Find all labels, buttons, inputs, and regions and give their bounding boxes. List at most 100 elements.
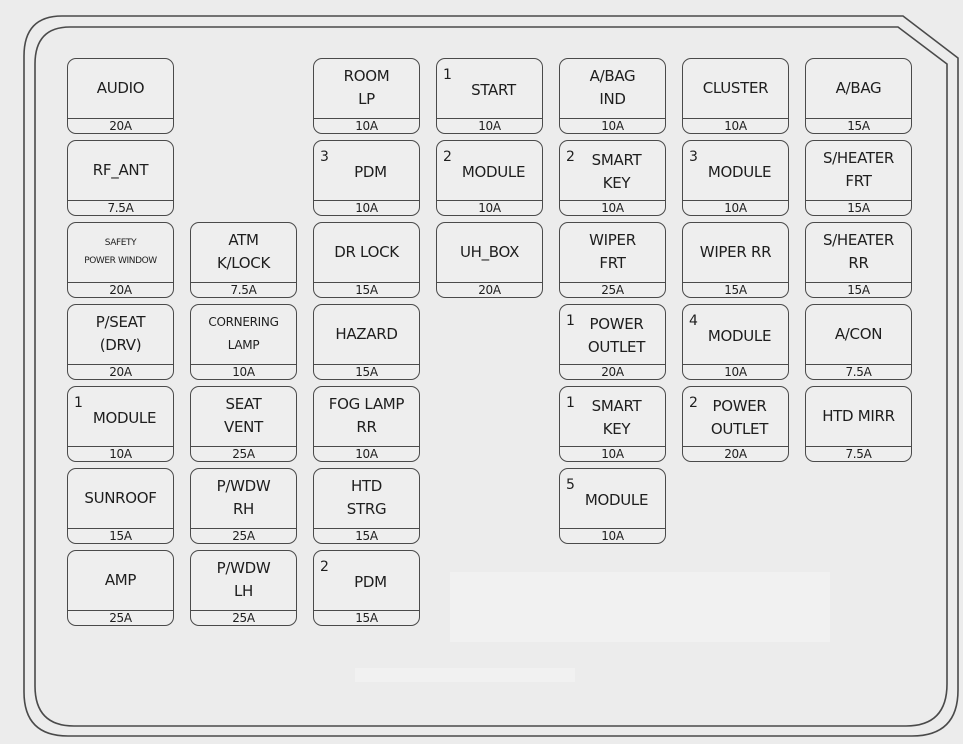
fuse-r3c3[interactable]: DR LOCK 15A	[313, 222, 420, 298]
fuse-label-area: HTD MIRR	[806, 387, 911, 445]
fuse-label: SEAT VENT	[224, 395, 263, 436]
fuse-label: CORNERING LAMP	[208, 315, 279, 352]
fuse-r2c3[interactable]: PDM 3 10A	[313, 140, 420, 216]
fuse-rating: 25A	[191, 446, 296, 461]
fuse-r6c5[interactable]: MODULE 5 10A	[559, 468, 666, 544]
fuse-r5c5[interactable]: SMART KEY 1 10A	[559, 386, 666, 462]
fuse-rating: 15A	[68, 528, 173, 543]
fuse-r5c2[interactable]: SEAT VENT 25A	[190, 386, 297, 462]
fuse-r3c7[interactable]: S/HEATER RR 15A	[805, 222, 912, 298]
fuse-rating: 20A	[68, 282, 173, 297]
fuse-label: SUNROOF	[84, 488, 157, 507]
fuse-label-area: UH_BOX	[437, 223, 542, 281]
fuse-label-area: A/BAG	[806, 59, 911, 117]
fuse-rating: 15A	[806, 282, 911, 297]
fuse-r2c7[interactable]: S/HEATER FRT 15A	[805, 140, 912, 216]
fuse-index: 3	[320, 149, 329, 165]
fuse-label: FOG LAMP RR	[328, 395, 405, 436]
fuse-label: UH_BOX	[459, 242, 520, 261]
fuse-r3c1[interactable]: SAFETY POWER WINDOW 20A	[67, 222, 174, 298]
fuse-index: 2	[443, 149, 452, 165]
fuse-r2c1[interactable]: RF_ANT 7.5A	[67, 140, 174, 216]
fuse-label: MODULE	[584, 490, 649, 509]
fuse-rating: 20A	[683, 446, 788, 461]
fuse-rating: 10A	[437, 200, 542, 215]
fuse-label-area: PDM	[314, 551, 419, 609]
fuse-rating: 25A	[191, 528, 296, 543]
fuse-label: PDM	[354, 572, 387, 591]
fuse-r1c6[interactable]: CLUSTER 10A	[682, 58, 789, 134]
fuse-rating: 15A	[806, 118, 911, 133]
fuse-r1c5[interactable]: A/BAG IND 10A	[559, 58, 666, 134]
fuse-r3c5[interactable]: WIPER FRT 25A	[559, 222, 666, 298]
fuse-r7c3[interactable]: PDM 2 15A	[313, 550, 420, 626]
fuse-r4c7[interactable]: A/CON 7.5A	[805, 304, 912, 380]
fuse-r2c4[interactable]: MODULE 2 10A	[436, 140, 543, 216]
fuse-r3c6[interactable]: WIPER RR 15A	[682, 222, 789, 298]
fuse-label: WIPER FRT	[589, 231, 636, 272]
fuse-r1c4[interactable]: START 1 10A	[436, 58, 543, 134]
fuse-r6c2[interactable]: P/WDW RH 25A	[190, 468, 297, 544]
fuse-label-area: MODULE	[560, 469, 665, 527]
fuse-label: S/HEATER FRT	[822, 149, 895, 190]
fuse-rating: 20A	[68, 364, 173, 379]
fuse-label: SMART KEY	[591, 397, 642, 438]
fuse-label-area: A/CON	[806, 305, 911, 363]
fuse-r5c3[interactable]: FOG LAMP RR 10A	[313, 386, 420, 462]
fuse-label: P/WDW RH	[216, 477, 271, 518]
fuse-r7c1[interactable]: AMP 25A	[67, 550, 174, 626]
fuse-label-area: PDM	[314, 141, 419, 199]
fuse-label: S/HEATER RR	[822, 231, 895, 272]
faded-label-area-2	[355, 668, 575, 682]
fuse-r5c6[interactable]: POWER OUTLET 2 20A	[682, 386, 789, 462]
fuse-label: ROOM LP	[343, 67, 390, 108]
fuse-r4c1[interactable]: P/SEAT (DRV) 20A	[67, 304, 174, 380]
fuse-r4c3[interactable]: HAZARD 15A	[313, 304, 420, 380]
fuse-label-area: SMART KEY	[560, 141, 665, 199]
fuse-index: 3	[689, 149, 698, 165]
fuse-label-area: P/SEAT (DRV)	[68, 305, 173, 363]
fuse-label-area: HTD STRG	[314, 469, 419, 527]
fuse-label-area: P/WDW RH	[191, 469, 296, 527]
fuse-r5c7[interactable]: HTD MIRR 7.5A	[805, 386, 912, 462]
fuse-r1c7[interactable]: A/BAG 15A	[805, 58, 912, 134]
fuse-index: 2	[566, 149, 575, 165]
fuse-rating: 25A	[191, 610, 296, 625]
fuse-r2c5[interactable]: SMART KEY 2 10A	[559, 140, 666, 216]
fuse-label: PDM	[354, 162, 387, 181]
fuse-label-area: SUNROOF	[68, 469, 173, 527]
fuse-rating: 7.5A	[191, 282, 296, 297]
fuse-rating: 10A	[560, 528, 665, 543]
fuse-r5c1[interactable]: MODULE 1 10A	[67, 386, 174, 462]
fuse-r6c1[interactable]: SUNROOF 15A	[67, 468, 174, 544]
fuse-r4c6[interactable]: MODULE 4 10A	[682, 304, 789, 380]
fuse-label: HTD MIRR	[822, 406, 895, 425]
fuse-index: 2	[320, 559, 329, 575]
fuse-rating: 25A	[68, 610, 173, 625]
fuse-r4c2[interactable]: CORNERING LAMP 10A	[190, 304, 297, 380]
fuse-r4c5[interactable]: POWER OUTLET 1 20A	[559, 304, 666, 380]
fuse-label: HAZARD	[335, 324, 398, 343]
fuse-rating: 10A	[683, 200, 788, 215]
fuse-label-area: CLUSTER	[683, 59, 788, 117]
fuse-rating: 10A	[437, 118, 542, 133]
fuse-label: WIPER RR	[699, 242, 772, 261]
fuse-label-area: MODULE	[683, 305, 788, 363]
fuse-label: POWER OUTLET	[587, 315, 646, 356]
fuse-r7c2[interactable]: P/WDW LH 25A	[190, 550, 297, 626]
fuse-r1c3[interactable]: ROOM LP 10A	[313, 58, 420, 134]
fuse-r2c6[interactable]: MODULE 3 10A	[682, 140, 789, 216]
fuse-r6c3[interactable]: HTD STRG 15A	[313, 468, 420, 544]
fuse-r3c2[interactable]: ATM K/LOCK 7.5A	[190, 222, 297, 298]
fuse-label-area: SEAT VENT	[191, 387, 296, 445]
fuse-r3c4[interactable]: UH_BOX 20A	[436, 222, 543, 298]
fuse-label-area: ATM K/LOCK	[191, 223, 296, 281]
fuse-label: START	[471, 80, 516, 99]
fuse-label: POWER OUTLET	[710, 397, 769, 438]
fuse-r1c1[interactable]: AUDIO 20A	[67, 58, 174, 134]
fuse-label: MODULE	[92, 408, 157, 427]
fuse-rating: 7.5A	[806, 446, 911, 461]
fuse-label-area: START	[437, 59, 542, 117]
fuse-rating: 10A	[683, 118, 788, 133]
fuse-label-area: A/BAG IND	[560, 59, 665, 117]
